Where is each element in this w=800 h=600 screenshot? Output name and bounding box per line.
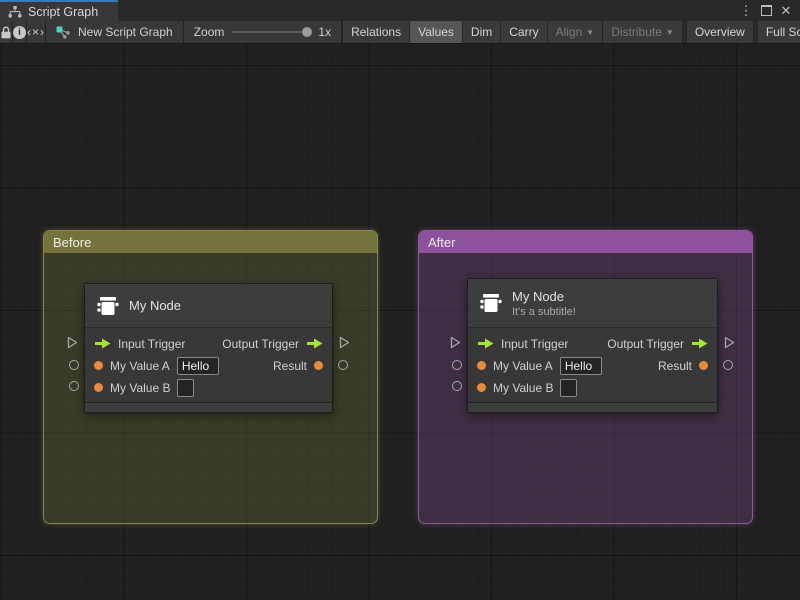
ports-section: Input Trigger Output Trigger My Value A … xyxy=(85,328,332,402)
node-icon xyxy=(95,294,120,318)
node-title: My Node xyxy=(512,288,565,304)
toolbar-buttons: Relations Values Dim Carry Align ▼ Distr… xyxy=(342,21,800,43)
node-my-node[interactable]: My Node Input Trigger Output Trigger My … xyxy=(84,283,333,413)
code-view-button[interactable]: ‹×› xyxy=(27,21,46,43)
outer-value-b-port[interactable] xyxy=(452,381,462,391)
result-label: Result xyxy=(272,358,307,373)
value-b-label: My Value B xyxy=(493,380,554,395)
value-b-label: My Value B xyxy=(110,380,171,395)
lock-icon xyxy=(0,26,12,39)
window-controls: ⋮ ✕ xyxy=(738,0,800,21)
value-a-label: My Value A xyxy=(493,358,553,373)
node-header[interactable]: My Node It's a subtitle! xyxy=(468,279,717,328)
result-label: Result xyxy=(657,358,692,373)
flow-in-port[interactable] xyxy=(477,338,494,349)
input-trigger-label: Input Trigger xyxy=(118,336,186,351)
zoom-label: Zoom xyxy=(193,25,225,39)
close-icon[interactable]: ✕ xyxy=(778,3,794,19)
info-button[interactable]: i xyxy=(13,21,27,43)
result-port[interactable] xyxy=(314,361,323,370)
value-b-port[interactable] xyxy=(94,383,103,392)
port-row-value-b: My Value B xyxy=(468,377,717,398)
distribute-button[interactable]: Distribute ▼ xyxy=(602,21,682,43)
zoom-value: 1x xyxy=(318,25,332,39)
tab-script-graph[interactable]: Script Graph xyxy=(0,0,118,21)
flow-in-port[interactable] xyxy=(94,338,111,349)
values-button[interactable]: Values xyxy=(409,21,462,43)
node-graph-icon xyxy=(56,26,71,39)
zoom-slider-handle[interactable] xyxy=(302,27,313,37)
overview-button[interactable]: Overview xyxy=(685,21,753,43)
zoom-control: Zoom 1x xyxy=(183,21,343,43)
graph-hierarchy-icon xyxy=(8,5,22,18)
value-a-field[interactable]: Hello xyxy=(559,356,602,375)
port-row-trigger: Input Trigger Output Trigger xyxy=(468,333,717,354)
node-footer xyxy=(468,402,717,412)
value-b-port[interactable] xyxy=(477,383,486,392)
group-after-header[interactable]: After xyxy=(419,231,752,253)
zoom-slider[interactable] xyxy=(232,27,313,37)
port-row-value-b: My Value B xyxy=(85,377,332,398)
node-icon xyxy=(478,291,503,315)
node-before-wrap: My Node Input Trigger Output Trigger My … xyxy=(67,283,350,413)
lock-button[interactable] xyxy=(0,21,13,43)
outer-value-a-port[interactable] xyxy=(452,360,462,370)
outer-input-trigger-port[interactable] xyxy=(450,336,461,349)
node-my-node[interactable]: My Node It's a subtitle! Input Trigger O… xyxy=(467,278,718,413)
flow-out-port[interactable] xyxy=(691,338,708,349)
value-a-label: My Value A xyxy=(110,358,170,373)
align-button[interactable]: Align ▼ xyxy=(546,21,603,43)
group-before-header[interactable]: Before xyxy=(44,231,377,253)
node-subtitle: It's a subtitle! xyxy=(512,305,576,318)
maximize-icon[interactable] xyxy=(758,3,774,19)
output-trigger-label: Output Trigger xyxy=(607,336,684,351)
tab-title: Script Graph xyxy=(28,4,99,19)
value-b-field[interactable] xyxy=(560,378,578,397)
outer-input-trigger-port[interactable] xyxy=(67,336,78,349)
port-row-value-a: My Value A Hello Result xyxy=(468,355,717,376)
input-trigger-label: Input Trigger xyxy=(501,336,569,351)
value-a-port[interactable] xyxy=(94,361,103,370)
graph-toolbar: i ‹×› New Script Graph Zoom 1x Relations… xyxy=(0,21,800,44)
outer-output-trigger-port[interactable] xyxy=(724,336,735,349)
node-after-wrap: My Node It's a subtitle! Input Trigger O… xyxy=(450,278,735,413)
carry-button[interactable]: Carry xyxy=(500,21,547,43)
graph-name-area[interactable]: New Script Graph xyxy=(46,21,184,43)
angle-brackets-x-icon: ‹×› xyxy=(27,25,45,39)
result-port[interactable] xyxy=(699,361,708,370)
output-trigger-label: Output Trigger xyxy=(222,336,299,351)
window-tab-bar: Script Graph ⋮ ✕ xyxy=(0,0,800,21)
outer-output-trigger-port[interactable] xyxy=(339,336,350,349)
relations-button[interactable]: Relations xyxy=(342,21,410,43)
node-footer xyxy=(85,402,332,412)
node-title: My Node xyxy=(129,298,182,313)
graph-canvas[interactable]: Before After My Node Input Trigger Outpu… xyxy=(0,44,800,600)
group-title: Before xyxy=(53,234,92,250)
info-icon: i xyxy=(13,25,26,39)
chevron-down-icon: ▼ xyxy=(665,28,674,37)
outer-result-port[interactable] xyxy=(723,360,733,370)
port-row-trigger: Input Trigger Output Trigger xyxy=(85,333,332,354)
value-b-field[interactable] xyxy=(177,378,195,397)
flow-out-port[interactable] xyxy=(306,338,323,349)
node-header[interactable]: My Node xyxy=(85,284,332,328)
value-a-port[interactable] xyxy=(477,361,486,370)
dim-button[interactable]: Dim xyxy=(461,21,501,43)
outer-value-b-port[interactable] xyxy=(69,381,79,391)
value-a-field[interactable]: Hello xyxy=(176,356,219,375)
ports-section: Input Trigger Output Trigger My Value A … xyxy=(468,328,717,402)
port-row-value-a: My Value A Hello Result xyxy=(85,355,332,376)
group-title: After xyxy=(428,234,456,250)
window-menu-icon[interactable]: ⋮ xyxy=(738,3,754,19)
fullscreen-button[interactable]: Full Scr xyxy=(756,21,800,43)
outer-result-port[interactable] xyxy=(338,360,348,370)
chevron-down-icon: ▼ xyxy=(586,28,595,37)
graph-name-label: New Script Graph xyxy=(78,25,173,39)
outer-value-a-port[interactable] xyxy=(69,360,79,370)
